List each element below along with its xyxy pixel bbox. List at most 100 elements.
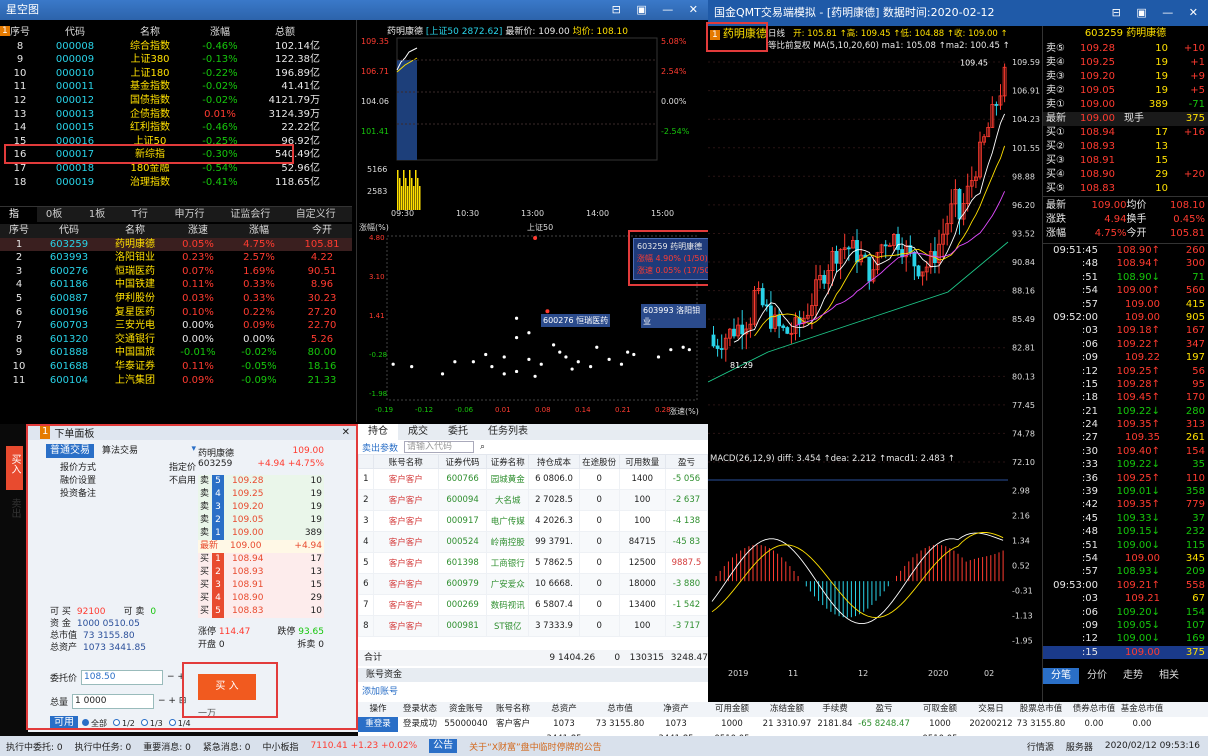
period-label[interactable]: 日线: [768, 29, 785, 39]
scatter-point[interactable]: [514, 369, 519, 374]
scatter-point[interactable]: [527, 331, 531, 335]
scatter-point[interactable]: [681, 345, 685, 349]
account-header-cell[interactable]: 冻结金额: [760, 702, 814, 717]
account-header-cell[interactable]: 可取金额: [912, 702, 968, 717]
account-header-cell[interactable]: 可用金额: [704, 702, 760, 717]
account-header-cell[interactable]: 操作: [358, 702, 398, 717]
position-tab[interactable]: 委托: [438, 424, 478, 440]
candle-body[interactable]: [855, 240, 859, 263]
scatter-point[interactable]: [564, 355, 568, 359]
positions-header-cell[interactable]: 证券名称: [486, 454, 530, 469]
account-header-cell[interactable]: 基金总市值: [1120, 702, 1164, 717]
position-row[interactable]: 4 客户客户 000524 岭南控股 99 3791. 0 84715 -45 83: [358, 531, 709, 553]
index-tab[interactable]: 0板块: [37, 207, 80, 236]
index-category-tabs[interactable]: 指数0板块1板块T行业申万行业证监会行业自定义行业: [0, 206, 352, 236]
index-header-cell[interactable]: 总额: [250, 26, 320, 40]
window-controls[interactable]: ⊟ ▣ — ✕: [612, 0, 704, 20]
account-funds-tab[interactable]: 账号资金: [366, 670, 402, 680]
scatter-point[interactable]: [595, 345, 599, 349]
add-account-button[interactable]: 添加账号: [362, 684, 398, 697]
stock-header-cell[interactable]: 名称: [100, 224, 170, 238]
scatter-point[interactable]: [539, 362, 543, 366]
scatter-point[interactable]: [502, 372, 506, 376]
quote-bid-row[interactable]: 买① 108.94 17 +16: [1043, 126, 1208, 140]
position-tab[interactable]: 持仓: [358, 424, 398, 440]
candle-body[interactable]: [846, 247, 851, 250]
stock-row[interactable]: 7 600703 三安光电 0.00% 0.09% 22.70: [0, 319, 352, 333]
stock-row[interactable]: 4 601186 中国铁建 0.11% 0.33% 8.96: [0, 278, 352, 292]
account-header-cell[interactable]: 交易日: [968, 702, 1014, 717]
scatter-point[interactable]: [453, 360, 457, 364]
quote-tab[interactable]: 走势: [1115, 668, 1151, 684]
position-row[interactable]: 7 客户客户 000269 数码视讯 6 5807.4 0 13400 -1 542: [358, 594, 709, 616]
scatter-point[interactable]: [558, 350, 562, 354]
index-header-cell[interactable]: 代码: [40, 26, 110, 40]
index-tab[interactable]: 证监会行业: [221, 207, 286, 236]
stock-row[interactable]: 3 600276 恒瑞医药 0.07% 1.69% 90.51: [0, 265, 352, 279]
candle-body[interactable]: [834, 250, 839, 264]
account-header-cell[interactable]: 登录状态: [398, 702, 442, 717]
candle-body[interactable]: [781, 325, 786, 328]
index-tab[interactable]: T行业: [123, 207, 166, 236]
stock-row[interactable]: 10 601688 华泰证券 0.11% -0.05% 18.16: [0, 360, 352, 374]
status-item[interactable]: 执行中任务: 0: [75, 740, 132, 753]
candle-body[interactable]: [822, 274, 827, 284]
position-tab[interactable]: 任务列表: [478, 424, 538, 440]
scatter-point-highlight[interactable]: [533, 236, 538, 240]
scatter-point[interactable]: [440, 372, 445, 376]
candle-body[interactable]: [957, 188, 962, 220]
stock-row[interactable]: 9 601888 中国国旅 -0.01% -0.02% 80.00: [0, 346, 352, 360]
candle-body[interactable]: [883, 244, 888, 247]
candle-body[interactable]: [916, 265, 921, 277]
account-header-cell[interactable]: 总资产: [536, 702, 592, 717]
quote-ask-row[interactable]: 卖⑤ 109.28 10 +10: [1043, 42, 1208, 56]
account-header-cell[interactable]: 账号名称: [490, 702, 536, 717]
quote-bid-row[interactable]: 买③ 108.91 15: [1043, 154, 1208, 168]
quote-tab[interactable]: 分笔: [1043, 668, 1079, 684]
quote-bid-row[interactable]: 买⑤ 108.83 10: [1043, 182, 1208, 196]
stock-row[interactable]: 1 603259 药明康德 0.05% 4.75% 105.81: [0, 237, 352, 252]
position-row[interactable]: 2 客户客户 600094 大名城 2 7028.5 0 100 -2 637: [358, 489, 709, 511]
buy-side-tab[interactable]: 买入: [6, 446, 23, 490]
stock-row[interactable]: 6 600196 复星医药 0.10% 0.22% 27.20: [0, 306, 352, 320]
scatter-point[interactable]: [410, 365, 414, 369]
index-tab[interactable]: 1板块: [80, 207, 123, 236]
scatter-point[interactable]: [527, 357, 531, 361]
index-row[interactable]: 14 000015 红利指数 -0.46% 22.22亿: [0, 121, 352, 135]
candle-body[interactable]: [867, 256, 872, 282]
scatter-point[interactable]: [687, 348, 691, 352]
quote-tab[interactable]: 分价: [1079, 668, 1115, 684]
index-header-cell[interactable]: 名称: [110, 26, 190, 40]
scatter-point[interactable]: [484, 352, 488, 357]
scatter-point[interactable]: [589, 365, 593, 369]
scatter-point[interactable]: [632, 352, 636, 357]
candle-body[interactable]: [740, 324, 745, 335]
quote-ask-row[interactable]: 卖③ 109.20 19 +9: [1043, 70, 1208, 84]
scatter-point[interactable]: [514, 335, 519, 340]
scatter-point[interactable]: [619, 362, 624, 366]
stock-header-cell[interactable]: 代码: [38, 224, 100, 238]
notice-text[interactable]: 关于“X财富”盘中临时停牌的公告: [469, 740, 602, 753]
relogin-button[interactable]: 重登录: [358, 717, 398, 732]
position-row[interactable]: 3 客户客户 000917 电广传媒 4 2026.3 0 100 -4 138: [358, 510, 709, 532]
scatter-point[interactable]: [626, 350, 630, 354]
account-header-cell[interactable]: 债券总市值: [1068, 702, 1120, 717]
scatter-point[interactable]: [490, 365, 494, 369]
positions-header-cell[interactable]: 证券代码: [437, 454, 488, 469]
export-button[interactable]: 卖出参数: [362, 441, 398, 454]
index-row[interactable]: 18 000019 治理指数 -0.41% 118.65亿: [0, 176, 352, 190]
candle-body[interactable]: [994, 104, 999, 106]
stock-row[interactable]: 8 601320 交通银行 0.00% 0.00% 5.26: [0, 333, 352, 347]
code-search-input[interactable]: 请输入代码: [404, 441, 475, 453]
candle-body[interactable]: [777, 314, 781, 327]
positions-header-cell[interactable]: 持仓成本: [528, 454, 580, 469]
status-item[interactable]: 执行中委托: 0: [6, 740, 63, 753]
scatter-point[interactable]: [669, 348, 673, 352]
stock-row[interactable]: 11 600104 上汽集团 0.09% -0.09% 21.33: [0, 374, 352, 388]
quote-ask-row[interactable]: 卖② 109.05 19 +5: [1043, 84, 1208, 98]
positions-tabs[interactable]: 持仓 成交 委托 任务列表: [358, 424, 708, 440]
account-header-cell[interactable]: 总市值: [592, 702, 648, 717]
stock-header-cell[interactable]: 涨速: [170, 224, 226, 238]
index-tab[interactable]: 申万行业: [166, 207, 222, 236]
scatter-point[interactable]: [576, 360, 580, 364]
